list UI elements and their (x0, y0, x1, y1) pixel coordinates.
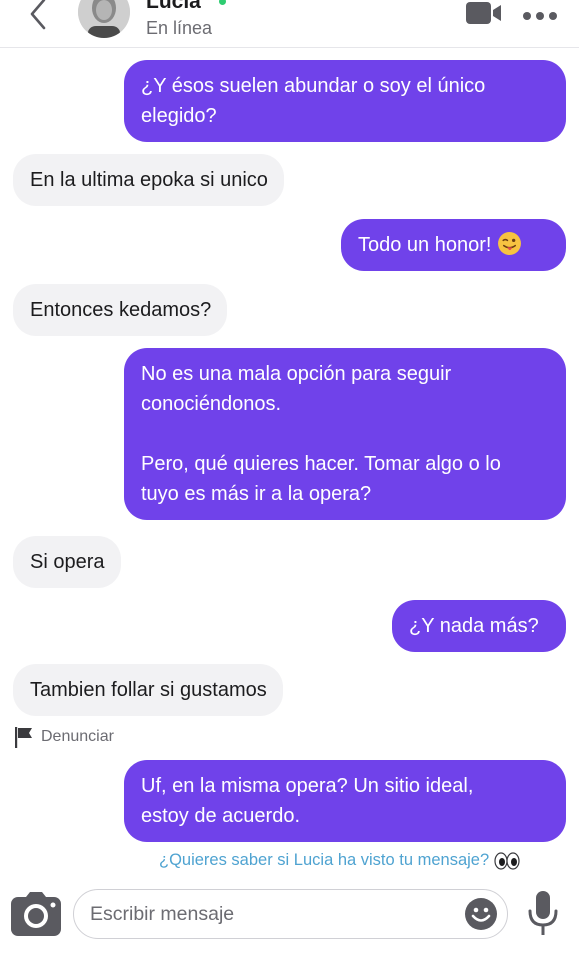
message-input[interactable] (90, 900, 450, 928)
report-link[interactable]: Denunciar (14, 726, 114, 748)
message-composer (73, 889, 508, 939)
eyes-icon (494, 851, 520, 870)
camera-button[interactable] (11, 892, 61, 936)
more-dots-icon (523, 12, 557, 20)
microphone-icon (528, 891, 558, 935)
flag-icon (15, 727, 32, 748)
video-call-button[interactable] (466, 2, 502, 24)
message-bubble-received[interactable]: En la ultima epoka si unico (13, 154, 284, 206)
winking-face-with-tongue-icon (498, 232, 522, 255)
message-text: Todo un honor! (358, 234, 492, 256)
back-button[interactable] (26, 0, 52, 34)
more-options-button[interactable] (522, 8, 558, 20)
avatar-photo (78, 0, 130, 38)
read-receipt-text: ¿Quieres saber si Lucia ha visto tu mens… (159, 851, 490, 869)
online-indicator (219, 0, 226, 5)
message-bubble-received[interactable]: Si opera (13, 536, 121, 588)
chevron-left-icon (30, 0, 46, 30)
emoji-button[interactable] (464, 897, 498, 931)
message-bubble-sent[interactable]: No es una mala opción para seguir conoci… (124, 348, 566, 520)
message-bubble-received[interactable]: Tambien follar si gustamos (13, 664, 283, 716)
message-bubble-received[interactable]: Entonces kedamos? (13, 284, 228, 336)
report-label: Denunciar (41, 728, 114, 745)
video-camera-icon (466, 2, 501, 24)
message-bubble-sent[interactable]: Todo un honor! (341, 219, 566, 271)
camera-icon (11, 892, 61, 936)
contact-name[interactable]: Lucia (146, 0, 201, 14)
avatar[interactable] (78, 0, 130, 38)
smiley-icon (465, 898, 497, 930)
online-status: En línea (146, 18, 213, 38)
chat-header: Lucia En línea (0, 0, 579, 48)
message-bubble-sent[interactable]: ¿Y ésos suelen abundar o soy el único el… (124, 60, 566, 142)
microphone-button[interactable] (526, 891, 560, 937)
read-receipt-link[interactable]: ¿Quieres saber si Lucia ha visto tu mens… (159, 851, 520, 870)
message-bubble-sent[interactable]: Uf, en la misma opera? Un sitio ideal, e… (124, 760, 566, 842)
message-bubble-sent[interactable]: ¿Y nada más? (392, 600, 566, 652)
